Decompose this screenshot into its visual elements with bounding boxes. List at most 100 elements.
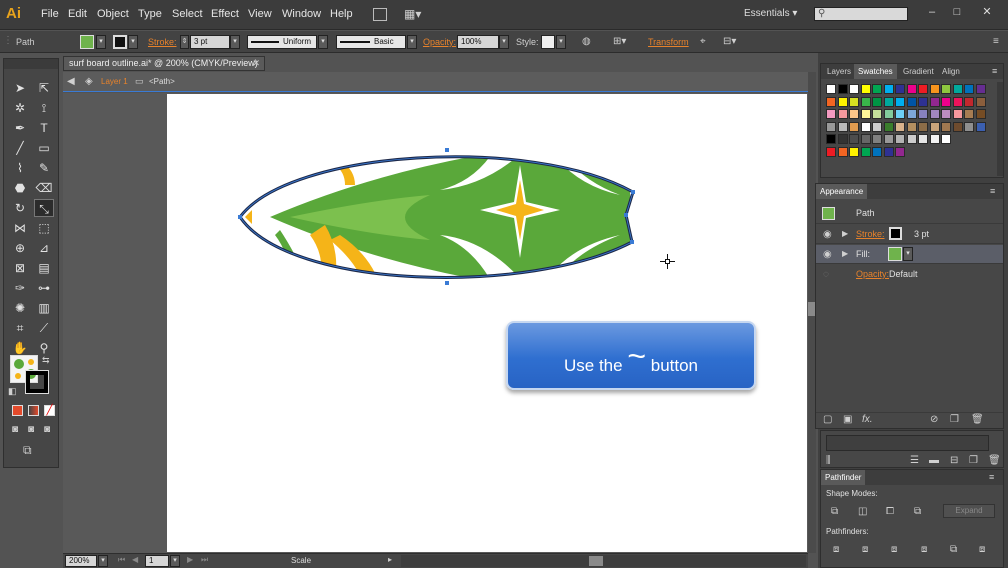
color-swatch[interactable] xyxy=(929,134,940,144)
artboard-tool-icon[interactable]: ⌗ xyxy=(10,319,30,337)
draw-inside-icon[interactable]: ◙ xyxy=(44,424,50,435)
color-swatch[interactable] xyxy=(941,134,951,144)
draw-behind-icon[interactable]: ◙ xyxy=(28,424,34,435)
free-transform-tool-icon[interactable]: ⬚ xyxy=(34,219,54,237)
minus-front-icon[interactable]: ◫ xyxy=(858,506,867,517)
color-swatch[interactable] xyxy=(918,109,928,119)
swap-fill-stroke-icon[interactable]: ⇆ xyxy=(42,355,50,366)
color-swatch[interactable] xyxy=(849,109,859,119)
color-swatch[interactable] xyxy=(918,121,928,132)
intersect-icon[interactable]: ⧠ xyxy=(886,506,894,517)
minimize-button[interactable]: – xyxy=(921,2,943,22)
anchor-point[interactable] xyxy=(624,213,628,217)
color-swatch[interactable] xyxy=(860,134,871,144)
color-swatch[interactable] xyxy=(895,96,905,107)
stroke-row-weight[interactable]: 3 pt xyxy=(914,229,929,239)
path-crumb[interactable]: <Path> xyxy=(149,77,175,86)
anchor-point[interactable] xyxy=(445,281,449,285)
add-fill-icon[interactable]: ▣ xyxy=(843,414,852,425)
color-swatch[interactable] xyxy=(918,84,928,94)
color-swatch[interactable] xyxy=(837,109,848,119)
panel-options-icon[interactable]: ⊟▾ xyxy=(723,36,736,47)
tab-swatches[interactable]: Swatches xyxy=(854,64,897,79)
color-swatch[interactable] xyxy=(929,84,940,94)
stroke-weight-field[interactable]: 3 pt xyxy=(190,35,230,49)
stroke-label[interactable]: Stroke: xyxy=(148,37,177,47)
color-swatch[interactable] xyxy=(964,109,974,119)
divide-icon[interactable]: ⧈ xyxy=(833,544,839,555)
color-swatch[interactable] xyxy=(826,134,836,144)
visibility-eye-icon[interactable]: ◌ xyxy=(823,269,829,280)
trim-icon[interactable]: ⧈ xyxy=(862,544,868,555)
color-swatch[interactable] xyxy=(849,134,859,144)
width-tool-icon[interactable]: ⋈ xyxy=(10,219,30,237)
add-stroke-icon[interactable]: ▢ xyxy=(823,414,832,425)
color-swatch[interactable] xyxy=(906,96,917,107)
eraser-tool-icon[interactable]: ⌫ xyxy=(34,179,54,197)
color-swatch[interactable] xyxy=(849,84,859,94)
swatches-menu-icon[interactable]: ≡ xyxy=(992,66,997,76)
color-swatch[interactable] xyxy=(952,109,963,119)
color-swatch[interactable] xyxy=(941,84,951,94)
screen-mode-icon[interactable]: ⧉ xyxy=(23,443,32,458)
color-swatch[interactable] xyxy=(837,84,848,94)
lasso-tool-icon[interactable]: ⟟ xyxy=(34,99,54,117)
menu-help[interactable]: Help xyxy=(330,8,353,20)
fill-row-swatch[interactable] xyxy=(888,247,902,261)
stroke-dropdown[interactable]: ▾ xyxy=(128,35,138,49)
color-swatch[interactable] xyxy=(906,121,917,132)
color-swatch[interactable] xyxy=(895,109,905,119)
menu-effect[interactable]: Effect xyxy=(211,8,239,20)
color-swatch[interactable] xyxy=(883,134,894,144)
anchor-point[interactable] xyxy=(238,215,242,219)
color-swatch[interactable] xyxy=(895,134,905,144)
delete-item-icon[interactable]: 🗑 xyxy=(971,414,984,425)
slice-tool-icon[interactable]: ⟋ xyxy=(34,319,54,337)
minus-back-icon[interactable]: ⧈ xyxy=(979,544,985,555)
document-tab[interactable]: surf board outline.ai* @ 200% (CMYK/Prev… xyxy=(63,56,265,71)
color-swatch[interactable] xyxy=(952,84,963,94)
color-swatch[interactable] xyxy=(941,121,951,132)
color-swatch[interactable] xyxy=(849,96,859,107)
profile-dropdown[interactable]: ▾ xyxy=(318,35,328,49)
anchor-point[interactable] xyxy=(445,148,449,152)
color-mode-icon[interactable] xyxy=(12,405,23,416)
blend-tool-icon[interactable]: ⊶ xyxy=(34,279,54,297)
style-swatch[interactable] xyxy=(541,35,555,49)
type-tool-icon[interactable]: T xyxy=(34,119,54,137)
layer-crumb[interactable]: Layer 1 xyxy=(101,77,128,86)
expand-button[interactable]: Expand xyxy=(943,504,995,518)
pen-tool-icon[interactable]: ✒ xyxy=(10,119,30,137)
anchor-point[interactable] xyxy=(630,240,634,244)
close-button[interactable]: ✕ xyxy=(972,2,1002,22)
color-swatch[interactable] xyxy=(849,121,859,132)
rectangle-tool-icon[interactable]: ▭ xyxy=(34,139,54,157)
align-icon[interactable]: ⊞▾ xyxy=(613,36,626,47)
tab-appearance[interactable]: Appearance xyxy=(816,184,868,199)
zoom-dropdown[interactable]: ▾ xyxy=(98,555,108,567)
color-swatch[interactable] xyxy=(975,84,986,94)
tab-pathfinder[interactable]: Pathfinder xyxy=(821,470,866,485)
color-swatch[interactable] xyxy=(826,146,836,157)
opacity-row[interactable]: ◌ Opacity: Default xyxy=(816,265,1003,284)
bridge-icon[interactable] xyxy=(373,8,387,21)
color-swatch[interactable] xyxy=(883,96,894,107)
color-swatch[interactable] xyxy=(872,84,882,94)
color-swatch[interactable] xyxy=(837,146,848,157)
first-artboard-icon[interactable]: ⏮ xyxy=(118,555,125,565)
shape-builder-tool-icon[interactable]: ⊕ xyxy=(10,239,30,257)
recolor-artwork-icon[interactable]: ◍ xyxy=(582,36,591,47)
unite-icon[interactable]: ⧉ xyxy=(831,506,838,517)
secondary-panel-field[interactable] xyxy=(826,435,989,451)
symbol-sprayer-tool-icon[interactable]: ✺ xyxy=(10,299,30,317)
color-swatch[interactable] xyxy=(837,134,848,144)
color-swatch[interactable] xyxy=(941,109,951,119)
opacity-field[interactable]: 100% xyxy=(457,35,499,49)
perspective-grid-tool-icon[interactable]: ⊿ xyxy=(34,239,54,257)
new-icon[interactable]: ❐ xyxy=(969,455,978,466)
mesh-tool-icon[interactable]: ⊠ xyxy=(10,259,30,277)
gradient-tool-icon[interactable]: ▤ xyxy=(34,259,54,277)
visibility-eye-icon[interactable]: ◉ xyxy=(823,229,832,240)
back-arrow-icon[interactable]: ◀ xyxy=(67,76,75,87)
color-swatch[interactable] xyxy=(860,84,871,94)
